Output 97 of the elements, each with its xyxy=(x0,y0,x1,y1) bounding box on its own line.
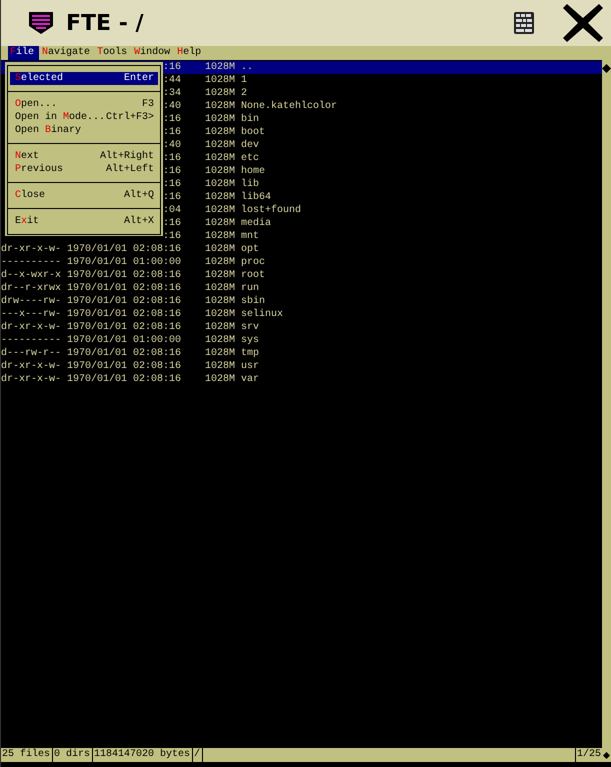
file-info: d---rw-r-- 1970/01/01 02:08:16 xyxy=(1,348,182,359)
menu-item[interactable]: File xyxy=(8,46,40,60)
file-size: 1028M xyxy=(205,139,235,152)
file-name[interactable]: media xyxy=(241,217,272,230)
file-name[interactable]: boot xyxy=(241,126,266,139)
file-name[interactable]: lib64 xyxy=(241,191,272,204)
file-size: 1028M xyxy=(205,269,235,282)
file-name[interactable]: lib xyxy=(241,178,260,191)
file-size: 1028M xyxy=(205,373,235,386)
file-size: 1028M xyxy=(205,347,235,360)
file-size: 1028M xyxy=(205,113,235,126)
file-name[interactable]: run xyxy=(241,282,260,295)
file-name[interactable]: 2 xyxy=(241,87,248,100)
menu-item[interactable]: Next Alt+Right xyxy=(10,150,158,163)
file-name[interactable]: selinux xyxy=(241,308,284,321)
file-size: 1028M xyxy=(205,191,235,204)
status-field: / xyxy=(193,748,204,762)
file-size: 1028M xyxy=(205,204,235,217)
menu-item[interactable]: Help xyxy=(176,46,206,60)
menu-item[interactable]: Tools xyxy=(96,46,132,60)
file-info: :16 xyxy=(162,179,181,190)
file-name[interactable]: .. xyxy=(241,61,254,74)
file-info: :16 xyxy=(162,114,181,125)
file-info: dr-xr-x-w- 1970/01/01 02:08:16 xyxy=(1,244,182,255)
file-size: 1028M xyxy=(205,256,235,269)
file-info: :16 xyxy=(162,62,181,73)
window-title: FTE - / xyxy=(66,10,144,36)
file-info: dr-xr-x-w- 1970/01/01 02:08:16 xyxy=(1,322,182,333)
file-name[interactable]: srv xyxy=(241,321,260,334)
file-info: dr--r-xrwx 1970/01/01 02:08:16 xyxy=(1,283,182,294)
file-size: 1028M xyxy=(205,282,235,295)
file-size: 1028M xyxy=(205,87,235,100)
file-name[interactable]: 1 xyxy=(241,74,248,87)
file-info: :34 xyxy=(162,88,181,99)
file-info: ---x---rw- 1970/01/01 02:08:16 xyxy=(1,309,182,320)
file-name[interactable]: sbin xyxy=(241,295,266,308)
menu-item[interactable]: Window xyxy=(133,46,174,60)
file-info: :40 xyxy=(162,140,181,151)
file-size: 1028M xyxy=(205,243,235,256)
app-icon xyxy=(26,10,56,36)
file-info: dr-xr-x-w- 1970/01/01 02:08:16 xyxy=(1,374,182,385)
file-info: :44 xyxy=(162,75,181,86)
status-field: 25 files xyxy=(1,748,54,762)
file-size: 1028M xyxy=(205,178,235,191)
file-size: 1028M xyxy=(205,360,235,373)
menu-item[interactable]: Open in Mode...Ctrl+F3> xyxy=(10,111,158,124)
file-info: dr-xr-x-w- 1970/01/01 02:08:16 xyxy=(1,361,182,372)
status-field: 1184147020 bytes xyxy=(93,748,194,762)
file-name[interactable]: dev xyxy=(241,139,260,152)
file-size: 1028M xyxy=(205,61,235,74)
file-name[interactable]: home xyxy=(241,165,266,178)
file-name[interactable]: root xyxy=(241,269,266,282)
file-info: :16 xyxy=(162,166,181,177)
file-name[interactable]: mnt xyxy=(241,230,260,243)
file-name[interactable]: lost+found xyxy=(241,204,302,217)
file-info: ---------- 1970/01/01 01:00:00 xyxy=(1,335,182,346)
file-size: 1028M xyxy=(205,74,235,87)
file-name[interactable]: bin xyxy=(241,113,260,126)
menu-item[interactable]: Selected Enter xyxy=(10,72,158,85)
status-field: 0 dirs xyxy=(53,748,94,762)
file-name[interactable]: proc xyxy=(241,256,266,269)
file-size: 1028M xyxy=(205,100,235,113)
file-size: 1028M xyxy=(205,165,235,178)
menu-item[interactable]: Open Binary xyxy=(10,124,158,137)
file-name[interactable]: None.katehlcolor xyxy=(241,100,338,113)
scroll-marker-icon xyxy=(603,752,610,758)
file-name[interactable]: tmp xyxy=(241,347,260,360)
file-size: 1028M xyxy=(205,152,235,165)
file-name[interactable]: opt xyxy=(241,243,260,256)
menu-item[interactable]: Navigate xyxy=(41,46,94,60)
file-info: :04 xyxy=(162,205,181,216)
file-info: :16 xyxy=(162,218,181,229)
file-size: 1028M xyxy=(205,217,235,230)
file-name[interactable]: var xyxy=(241,373,260,386)
file-info: :16 xyxy=(162,153,181,164)
file-size: 1028M xyxy=(205,308,235,321)
keyboard-icon[interactable] xyxy=(513,11,535,35)
file-name[interactable]: usr xyxy=(241,360,260,373)
file-size: 1028M xyxy=(205,295,235,308)
menu-item[interactable]: Previous Alt+Left xyxy=(10,163,158,176)
file-size: 1028M xyxy=(205,334,235,347)
file-size: 1028M xyxy=(205,321,235,334)
file-name[interactable]: etc xyxy=(241,152,260,165)
scroll-thumb[interactable] xyxy=(602,64,611,73)
file-info: :40 xyxy=(162,101,181,112)
file-info: :16 xyxy=(162,231,181,242)
position-indicator: 1/25 xyxy=(574,748,603,762)
file-info: :16 xyxy=(162,192,181,203)
file-info: d--x-wxr-x 1970/01/01 02:08:16 xyxy=(1,270,182,281)
file-size: 1028M xyxy=(205,126,235,139)
file-info: ---------- 1970/01/01 01:00:00 xyxy=(1,257,182,268)
file-size: 1028M xyxy=(205,230,235,243)
close-icon[interactable] xyxy=(561,2,605,44)
menu-item[interactable]: Open... F3 xyxy=(10,98,158,111)
file-info: :16 xyxy=(162,127,181,138)
file-info: drw----rw- 1970/01/01 02:08:16 xyxy=(1,296,182,307)
file-name[interactable]: sys xyxy=(241,334,260,347)
